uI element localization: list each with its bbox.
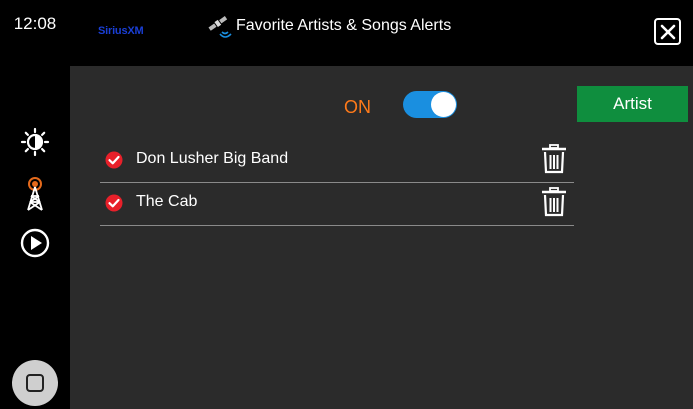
list-item[interactable]: The Cab — [100, 183, 574, 226]
radio-tower-icon[interactable] — [20, 176, 50, 212]
top-handle — [150, 0, 220, 6]
check-icon[interactable] — [105, 151, 123, 169]
toggle-knob — [431, 92, 456, 117]
satellite-icon — [208, 16, 232, 38]
play-icon[interactable] — [20, 228, 50, 258]
favorite-name: Don Lusher Big Band — [136, 150, 289, 167]
home-button[interactable] — [12, 360, 58, 406]
favorite-name: The Cab — [136, 193, 198, 210]
page-title: Favorite Artists & Songs Alerts — [236, 17, 452, 34]
close-icon — [660, 24, 675, 39]
home-button-icon — [26, 374, 44, 392]
trash-icon[interactable] — [541, 144, 567, 174]
list-item[interactable]: Don Lusher Big Band — [100, 140, 574, 183]
toggle-label: ON — [344, 97, 371, 117]
siriusxm-logo: SiriusXM — [98, 25, 144, 37]
trash-icon[interactable] — [541, 187, 567, 217]
close-button[interactable] — [654, 18, 681, 45]
brightness-icon[interactable] — [20, 127, 50, 157]
check-icon[interactable] — [105, 194, 123, 212]
add-artist-button[interactable]: Artist — [577, 86, 688, 122]
clock: 12:08 — [13, 14, 57, 33]
alerts-toggle[interactable] — [403, 91, 457, 118]
left-rail: 12:08 — [0, 0, 70, 409]
